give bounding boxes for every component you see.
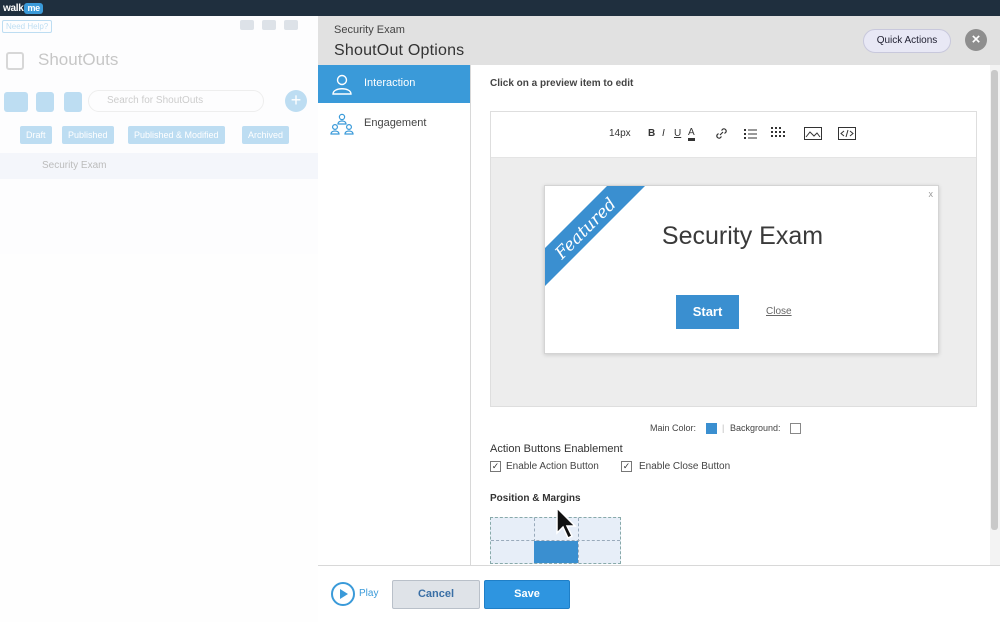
preview-editor: 14px B I U A x Featured Security Exam St…: [490, 111, 977, 407]
shoutout-search-input[interactable]: Search for ShoutOuts: [88, 90, 264, 112]
background-color-swatch[interactable]: [790, 423, 801, 434]
sidebar-item-label: Engagement: [364, 117, 427, 129]
shoutout-icon: [6, 52, 24, 70]
link-icon[interactable]: [715, 127, 728, 140]
enable-action-checkbox[interactable]: ✓: [490, 461, 501, 472]
filter-published[interactable]: Published: [62, 126, 114, 144]
quick-actions-button[interactable]: Quick Actions: [863, 29, 951, 53]
dialog-subtitle: Security Exam: [334, 24, 405, 36]
sidebar-item-label: Interaction: [364, 77, 416, 89]
sidebar-item-interaction[interactable]: Interaction: [318, 65, 470, 103]
rich-text-toolbar: 14px B I U A: [491, 112, 976, 158]
filter-published-modified[interactable]: Published & Modified: [128, 126, 225, 144]
main-color-label: Main Color:: [650, 423, 697, 433]
image-icon[interactable]: [804, 127, 822, 140]
code-icon[interactable]: [838, 127, 856, 140]
cancel-button[interactable]: Cancel: [392, 580, 480, 609]
need-help-link[interactable]: Need Help?: [2, 20, 53, 33]
close-link[interactable]: Close: [766, 306, 792, 317]
enable-close-label: Enable Close Button: [639, 461, 731, 472]
shoutout-preview: x Featured Security Exam Start Close: [491, 158, 976, 406]
list-icon[interactable]: [744, 128, 757, 140]
group-icon: [330, 113, 354, 135]
add-shoutout-button[interactable]: +: [285, 90, 307, 112]
left-panel-title: ShoutOuts: [38, 50, 119, 69]
background-color-label: Background:: [730, 423, 781, 433]
italic-button[interactable]: I: [662, 128, 665, 139]
folder-icon[interactable]: [4, 92, 28, 112]
tag-icon[interactable]: [36, 92, 54, 112]
dialog-title: ShoutOut Options: [334, 42, 465, 59]
filter-draft[interactable]: Draft: [20, 126, 52, 144]
position-bottom-center[interactable]: [534, 541, 578, 563]
list-item[interactable]: Security Exam: [0, 153, 318, 179]
filter-icon[interactable]: [64, 92, 82, 112]
shoutout-options-dialog: Security Exam ShoutOut Options Quick Act…: [318, 16, 1000, 622]
dialog-header: Security Exam ShoutOut Options Quick Act…: [318, 16, 1000, 65]
save-button[interactable]: Save: [484, 580, 570, 609]
options-content: Click on a preview item to edit 14px B I…: [472, 65, 990, 565]
close-dialog-button[interactable]: ×: [965, 29, 987, 51]
enable-close-checkbox[interactable]: ✓: [621, 461, 632, 472]
logo-text: walk: [3, 2, 24, 14]
list-item-label: Security Exam: [42, 160, 107, 171]
font-size-select[interactable]: 14px: [609, 128, 631, 139]
underline-button[interactable]: U: [674, 128, 681, 139]
monitor-icon[interactable]: [240, 20, 254, 30]
text-color-button[interactable]: A: [688, 128, 695, 141]
sidebar-item-engagement[interactable]: Engagement: [318, 105, 470, 143]
user-icon[interactable]: [284, 20, 298, 30]
scrollbar-thumb[interactable]: [991, 70, 998, 530]
dialog-footer: Play Cancel Save: [318, 565, 1000, 622]
left-panel-header-icons: [240, 20, 310, 34]
color-settings: Main Color: | Background:: [472, 422, 990, 438]
enable-action-label: Enable Action Button: [506, 461, 599, 472]
filter-archived[interactable]: Archived: [242, 126, 290, 144]
options-sidebar: Interaction Engagement: [318, 65, 471, 565]
grid-icon[interactable]: [771, 127, 787, 140]
position-title: Position & Margins: [490, 493, 581, 504]
play-button[interactable]: Play: [359, 588, 378, 599]
action-buttons-title: Action Buttons Enablement: [490, 443, 623, 455]
book-icon[interactable]: [262, 20, 276, 30]
mouse-cursor-icon: [556, 506, 577, 540]
dismiss-icon[interactable]: x: [929, 189, 934, 199]
start-button[interactable]: Start: [676, 295, 739, 329]
main-color-swatch[interactable]: [706, 423, 717, 434]
shoutout-card[interactable]: x Featured Security Exam Start Close: [544, 185, 939, 354]
bold-button[interactable]: B: [648, 128, 655, 139]
play-icon[interactable]: [331, 582, 355, 606]
edit-hint: Click on a preview item to edit: [490, 78, 634, 89]
person-icon: [332, 74, 352, 95]
top-bar: walk me: [0, 0, 1000, 16]
logo-badge: me: [24, 2, 43, 14]
preview-title[interactable]: Security Exam: [545, 222, 938, 251]
walkme-logo: walk me: [3, 0, 43, 16]
left-panel: Need Help? ShoutOuts Search for ShoutOut…: [0, 16, 318, 622]
